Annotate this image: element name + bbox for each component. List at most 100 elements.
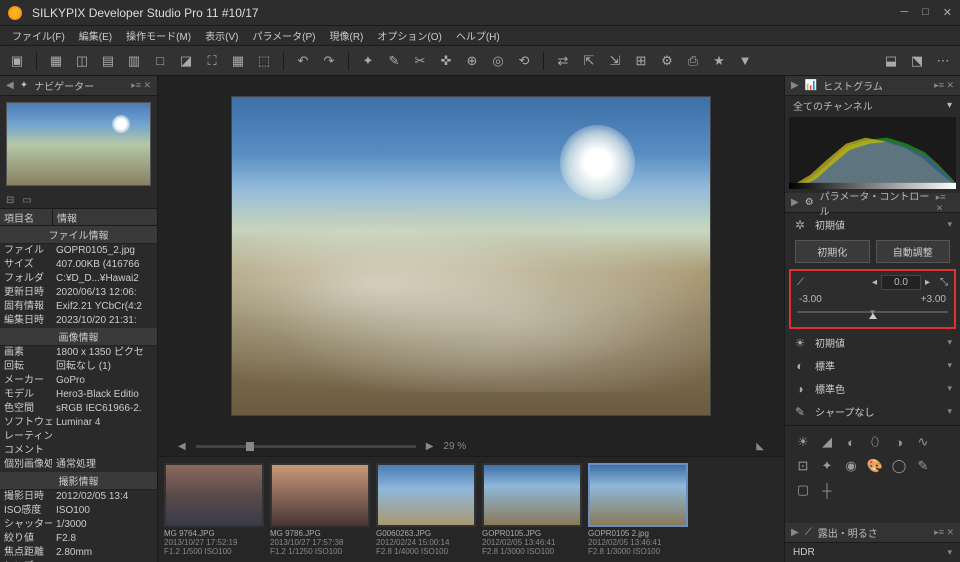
tool-print-icon[interactable]: ⎙ <box>682 50 704 72</box>
tool-wand-icon[interactable]: ✦ <box>357 50 379 72</box>
shield-icon[interactable]: ⬯ <box>867 434 883 450</box>
exposure-slider[interactable]: ▾ <box>797 307 948 317</box>
thumbnail[interactable]: GOPR0105.JPG2012/02/05 13:46:41F2.8 1/30… <box>482 463 582 556</box>
star-icon[interactable]: ✦ <box>819 458 835 474</box>
close-button[interactable]: ✕ <box>943 6 952 19</box>
tool-settings-icon[interactable]: ⚙ <box>656 50 678 72</box>
pin-icon[interactable]: ▸≡ ✕ <box>131 80 151 91</box>
param-row[interactable]: ✎シャープなし▾ <box>785 400 960 423</box>
param-row[interactable]: ☀初期値▾ <box>785 331 960 354</box>
tool-compare-icon[interactable]: ▥ <box>123 50 145 72</box>
warning-icon[interactable]: ◣ <box>756 441 764 452</box>
expand-icon[interactable]: ⟋ <box>797 277 804 288</box>
tool-heal-icon[interactable]: ◎ <box>487 50 509 72</box>
channel-selector[interactable]: 全てのチャンネル▾ <box>785 96 960 115</box>
preset-row[interactable]: ✲ 初期値 ▾ <box>785 213 960 236</box>
tool-single-icon[interactable]: □ <box>149 50 171 72</box>
navigator-header[interactable]: ◀ ✦ ナビゲーター ▸≡ ✕ <box>0 76 157 96</box>
tool-dual-icon[interactable]: ◪ <box>175 50 197 72</box>
arrow-right-icon[interactable]: ▶ <box>426 441 434 452</box>
crop2-icon[interactable]: ⊡ <box>795 458 811 474</box>
menu-option[interactable]: オプション(O) <box>371 26 447 45</box>
tool-dev1-icon[interactable]: ⬓ <box>880 50 902 72</box>
tool-split-icon[interactable]: ◫ <box>71 50 93 72</box>
tool-tiles-icon[interactable]: ▦ <box>227 50 249 72</box>
triangle-icon[interactable]: ◢ <box>819 434 835 450</box>
tool-rotate-icon[interactable]: ⟲ <box>513 50 535 72</box>
ring-icon[interactable]: ◯ <box>891 458 907 474</box>
palette-icon[interactable]: 🎨 <box>867 458 883 474</box>
info-row: 固有情報Exif2.21 YCbCr(4:2 <box>0 300 157 314</box>
tool-brush-icon[interactable]: ✎ <box>383 50 405 72</box>
chevron-down-icon: ▾ <box>947 337 952 348</box>
zoom-slider[interactable] <box>196 445 416 448</box>
reset-icon[interactable]: ⤡ <box>940 277 948 288</box>
drop-icon[interactable]: ◉ <box>843 458 859 474</box>
tool-tag-icon[interactable]: ★ <box>708 50 730 72</box>
info-row: レーティング <box>0 430 157 444</box>
tone-icon[interactable]: ◑ <box>891 434 907 450</box>
info-table[interactable]: ファイル情報ファイルGOPR0105_2.jpgサイズ407.00KB (416… <box>0 226 157 562</box>
tool-export-icon[interactable]: ⇲ <box>604 50 626 72</box>
tool-redo-icon[interactable]: ↷ <box>318 50 340 72</box>
menu-param[interactable]: パラメータ(P) <box>246 26 321 45</box>
hdr-row[interactable]: HDR ▾ <box>785 543 960 562</box>
tool-dev2-icon[interactable]: ⬔ <box>906 50 928 72</box>
right-icon[interactable]: ▸ <box>925 277 930 288</box>
tool-grid-icon[interactable]: ▦ <box>45 50 67 72</box>
pin-icon[interactable]: ▸≡ ✕ <box>934 80 954 91</box>
frame-icon[interactable]: ▢ <box>795 482 811 498</box>
tool-import-icon[interactable]: ⇱ <box>578 50 600 72</box>
param-control-header[interactable]: ▶ ⚙ パラメータ・コントロール ▸≡ ✕ <box>785 193 960 213</box>
menu-mode[interactable]: 操作モード(M) <box>120 26 197 45</box>
current-value[interactable]: 0.0 <box>881 275 921 290</box>
tool-filter-icon[interactable]: ▼ <box>734 50 756 72</box>
tool-fullscreen-icon[interactable]: ⬚ <box>253 50 275 72</box>
tool-more-icon[interactable]: ⋯ <box>932 50 954 72</box>
nav-zoom-icon[interactable]: ▭ <box>22 195 31 206</box>
tool-sync-icon[interactable]: ⇄ <box>552 50 574 72</box>
center-area: ◀ ▶ 29 % ◣ MG 9764.JPG2013/10/27 17:52:1… <box>158 76 784 562</box>
param-row[interactable]: ◐標準▾ <box>785 354 960 377</box>
menu-help[interactable]: ヘルプ(H) <box>450 26 506 45</box>
nav-adjust-icon[interactable]: ⊟ <box>6 195 14 206</box>
exposure-header[interactable]: ▶ ⟋ 露出・明るさ ▸≡ ✕ <box>785 523 960 543</box>
menu-edit[interactable]: 編集(E) <box>73 26 118 45</box>
info-row: ソフトウェアLuminar 4 <box>0 416 157 430</box>
minimize-button[interactable]: ─ <box>900 6 908 19</box>
maximize-button[interactable]: □ <box>922 6 929 19</box>
tool-expand-icon[interactable]: ⛶ <box>201 50 223 72</box>
curve-icon[interactable]: ∿ <box>915 434 931 450</box>
menu-view[interactable]: 表示(V) <box>199 26 244 45</box>
tool-marker-icon[interactable]: ✜ <box>435 50 457 72</box>
pin-icon[interactable]: ▸≡ ✕ <box>936 192 954 214</box>
param-row[interactable]: ◑標準色▾ <box>785 377 960 400</box>
auto-button[interactable]: 自動調整 <box>876 240 951 263</box>
navigator-thumbnail[interactable] <box>6 102 151 186</box>
arrow-left-icon[interactable]: ◀ <box>178 441 186 452</box>
tool-undo-icon[interactable]: ↶ <box>292 50 314 72</box>
histogram-header[interactable]: ▶ 📊 ヒストグラム ▸≡ ✕ <box>785 76 960 96</box>
trim-icon[interactable]: ┼ <box>819 482 835 498</box>
thumbnail[interactable]: MG 9764.JPG2013/10/27 17:52:19F1.2 1/500… <box>164 463 264 556</box>
window-title: SILKYPIX Developer Studio Pro 11 #10/17 <box>32 6 259 20</box>
sun-icon[interactable]: ☀ <box>795 434 811 450</box>
init-button[interactable]: 初期化 <box>795 240 870 263</box>
brush2-icon[interactable]: ✎ <box>915 458 931 474</box>
thumbnail[interactable]: G0060263.JPG2012/02/24 15:00:14F2.8 1/40… <box>376 463 476 556</box>
menu-develop[interactable]: 現像(R) <box>324 26 370 45</box>
filmstrip[interactable]: MG 9764.JPG2013/10/27 17:52:19F1.2 1/500… <box>158 456 784 562</box>
image-viewer[interactable] <box>158 76 784 436</box>
contrast-icon[interactable]: ◐ <box>843 434 859 450</box>
tool-batch-icon[interactable]: ⊞ <box>630 50 652 72</box>
tool-thumb-icon[interactable]: ▤ <box>97 50 119 72</box>
info-section: 画像情報 <box>0 328 157 346</box>
left-icon[interactable]: ◂ <box>872 277 877 288</box>
tool-clone-icon[interactable]: ⊕ <box>461 50 483 72</box>
pin-icon[interactable]: ▸≡ ✕ <box>934 527 954 538</box>
menu-file[interactable]: ファイル(F) <box>6 26 71 45</box>
tool-add-icon[interactable]: ▣ <box>6 50 28 72</box>
thumbnail[interactable]: MG 9786.JPG2013/10/27 17:57:38F1.2 1/125… <box>270 463 370 556</box>
tool-crop-icon[interactable]: ✂ <box>409 50 431 72</box>
thumbnail[interactable]: GOPR0105 2.jpg2012/02/05 13:46:41F2.8 1/… <box>588 463 688 556</box>
